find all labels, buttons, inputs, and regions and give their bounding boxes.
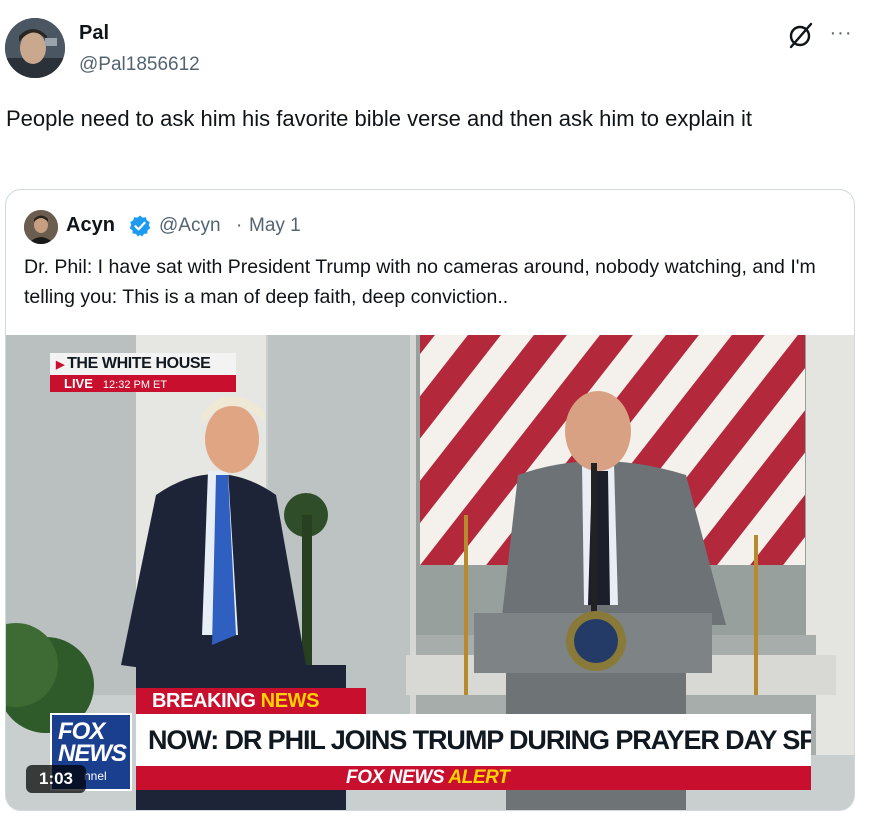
breaking-prefix: BREAKING bbox=[152, 690, 256, 712]
quoted-author-avatar[interactable] bbox=[24, 210, 58, 244]
fox-news-alert-bar: FOX NEWS ALERT bbox=[136, 766, 811, 790]
live-label: LIVE bbox=[64, 376, 93, 391]
quoted-post-text: Dr. Phil: I have sat with President Trum… bbox=[24, 256, 816, 308]
alert-word: ALERT bbox=[448, 767, 510, 788]
author-avatar[interactable] bbox=[5, 18, 65, 78]
grok-icon[interactable] bbox=[786, 20, 816, 50]
live-location-bug: ▶ THE WHITE HOUSE LIVE 12:32 PM ET bbox=[50, 353, 236, 392]
alert-brand: FOX NEWS bbox=[346, 767, 445, 788]
chyron-headline: NOW: DR PHIL JOINS TRUMP DURING PRAYER D… bbox=[136, 714, 811, 766]
separator-dot: · bbox=[236, 215, 243, 236]
author-handle[interactable]: @Pal1856612 bbox=[79, 54, 200, 76]
quoted-post-date[interactable]: May 1 bbox=[249, 215, 301, 237]
quoted-author-name[interactable]: Acyn bbox=[66, 214, 115, 237]
breaking-news-banner: BREAKING NEWS bbox=[136, 688, 366, 714]
live-time: 12:32 PM ET bbox=[102, 379, 168, 391]
verified-badge-icon bbox=[128, 214, 152, 238]
live-location: THE WHITE HOUSE bbox=[67, 355, 211, 372]
author-name[interactable]: Pal bbox=[79, 22, 109, 45]
breaking-suffix: NEWS bbox=[260, 690, 320, 712]
more-options-button[interactable]: ··· bbox=[826, 18, 856, 48]
video-player[interactable]: ▶ THE WHITE HOUSE LIVE 12:32 PM ET BREAKIN… bbox=[6, 335, 854, 810]
logo-line-2: NEWS bbox=[58, 740, 127, 767]
quoted-post-card[interactable]: Acyn @Acyn · May 1 Dr. Phil: I have sat … bbox=[5, 189, 855, 811]
video-duration-badge: 1:03 bbox=[26, 765, 86, 793]
play-triangle-icon: ▶ bbox=[56, 359, 65, 371]
post-text: People need to ask him his favorite bibl… bbox=[6, 106, 752, 131]
quoted-author-handle[interactable]: @Acyn bbox=[159, 215, 221, 237]
logo-line-3: nnel bbox=[84, 769, 107, 783]
